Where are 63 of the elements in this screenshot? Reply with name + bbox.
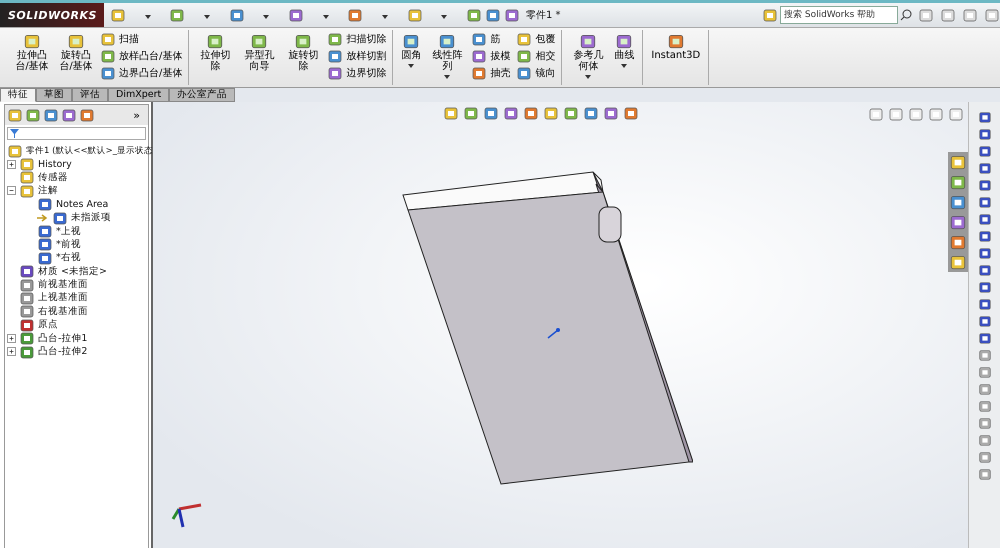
ribbon-button[interactable]: 放样凸台/基体 bbox=[100, 47, 182, 64]
ribbon-button[interactable]: 圆角 bbox=[399, 30, 424, 70]
ribbon-button[interactable]: 相交 bbox=[516, 47, 556, 64]
tree-item[interactable]: *上视 bbox=[56, 224, 81, 238]
caret-icon[interactable] bbox=[621, 64, 628, 68]
ribbon-button[interactable]: 异型孔向导 bbox=[239, 30, 280, 74]
tree-item[interactable]: Notes Area bbox=[56, 198, 108, 210]
tree-item[interactable]: 上视基准面 bbox=[38, 291, 88, 304]
ribbon-button[interactable]: 旋转凸台/基体 bbox=[56, 30, 96, 74]
tree-item[interactable]: 前视基准面 bbox=[38, 278, 88, 292]
caret-icon[interactable] bbox=[408, 64, 414, 68]
tree-item[interactable]: History bbox=[38, 158, 72, 170]
caret-icon[interactable] bbox=[382, 14, 388, 18]
ribbon-button[interactable]: 旋转切除 bbox=[283, 30, 324, 74]
ribbon-button[interactable]: 扫描切除 bbox=[327, 30, 386, 47]
tab[interactable]: 办公室产品 bbox=[169, 88, 236, 102]
expand-icon[interactable] bbox=[7, 347, 16, 356]
ribbon-button[interactable]: 抽壳 bbox=[471, 64, 510, 81]
tab[interactable]: 特征 bbox=[0, 88, 36, 102]
caret-icon[interactable] bbox=[585, 75, 592, 79]
tree-item[interactable]: 原点 bbox=[38, 318, 58, 332]
ribbon-button[interactable]: Instant3D bbox=[649, 30, 702, 63]
caret-icon[interactable] bbox=[204, 14, 210, 18]
tree-item[interactable]: 材质 <未指定> bbox=[38, 264, 107, 278]
ribbon-button[interactable]: 镜向 bbox=[516, 64, 556, 81]
caret-icon[interactable] bbox=[441, 14, 448, 18]
tab[interactable]: 草图 bbox=[36, 88, 72, 102]
ribbon-button[interactable]: 参考几何体 bbox=[568, 30, 608, 81]
ribbon-button[interactable]: 拉伸切除 bbox=[195, 30, 236, 74]
tree-item[interactable]: 右视基准面 bbox=[38, 304, 88, 318]
caret-icon[interactable] bbox=[144, 14, 151, 18]
ribbon-button[interactable]: 边界凸台/基体 bbox=[100, 64, 182, 81]
search-icon[interactable] bbox=[900, 9, 912, 21]
ribbon-button[interactable]: 筋 bbox=[471, 30, 510, 47]
tab[interactable]: 评估 bbox=[72, 88, 108, 102]
expand-button[interactable]: » bbox=[127, 108, 146, 122]
tree-item[interactable]: *右视 bbox=[56, 251, 81, 264]
ribbon-button[interactable]: 线性阵列 bbox=[427, 30, 468, 81]
tree-item[interactable]: 未指派项 bbox=[71, 211, 111, 224]
filter-icon[interactable] bbox=[10, 129, 19, 138]
ribbon-button[interactable]: 拔模 bbox=[471, 47, 510, 64]
expand-icon[interactable] bbox=[7, 160, 16, 169]
tab[interactable]: DimXpert bbox=[108, 88, 170, 102]
ribbon-button[interactable]: 边界切除 bbox=[327, 64, 386, 81]
expand-icon[interactable] bbox=[7, 334, 16, 343]
caret-icon[interactable] bbox=[444, 75, 450, 79]
ribbon-button[interactable]: 放样切割 bbox=[327, 47, 386, 64]
app-logo: SOLIDWORKS bbox=[0, 3, 104, 27]
ribbon-button[interactable]: 扫描 bbox=[100, 30, 182, 47]
ribbon-button[interactable]: 包覆 bbox=[516, 30, 556, 47]
ribbon-button[interactable]: 曲线 bbox=[612, 30, 636, 70]
collapse-icon[interactable] bbox=[7, 186, 16, 196]
caret-icon[interactable] bbox=[322, 14, 329, 18]
arrow-icon bbox=[37, 214, 49, 222]
ribbon-button[interactable]: 拉伸凸台/基体 bbox=[12, 30, 52, 74]
tree-item[interactable]: 凸台-拉伸2 bbox=[38, 345, 88, 358]
tree-item[interactable]: 传感器 bbox=[38, 170, 68, 184]
tree-item[interactable]: 凸台-拉伸1 bbox=[38, 332, 88, 345]
tree-item[interactable]: *前视 bbox=[56, 238, 81, 251]
caret-icon[interactable] bbox=[263, 14, 270, 18]
tree-item[interactable]: 注解 bbox=[38, 184, 58, 198]
document-title: 零件1 * bbox=[526, 9, 562, 22]
search-field[interactable]: 搜索 SolidWorks 帮助 bbox=[780, 6, 898, 24]
